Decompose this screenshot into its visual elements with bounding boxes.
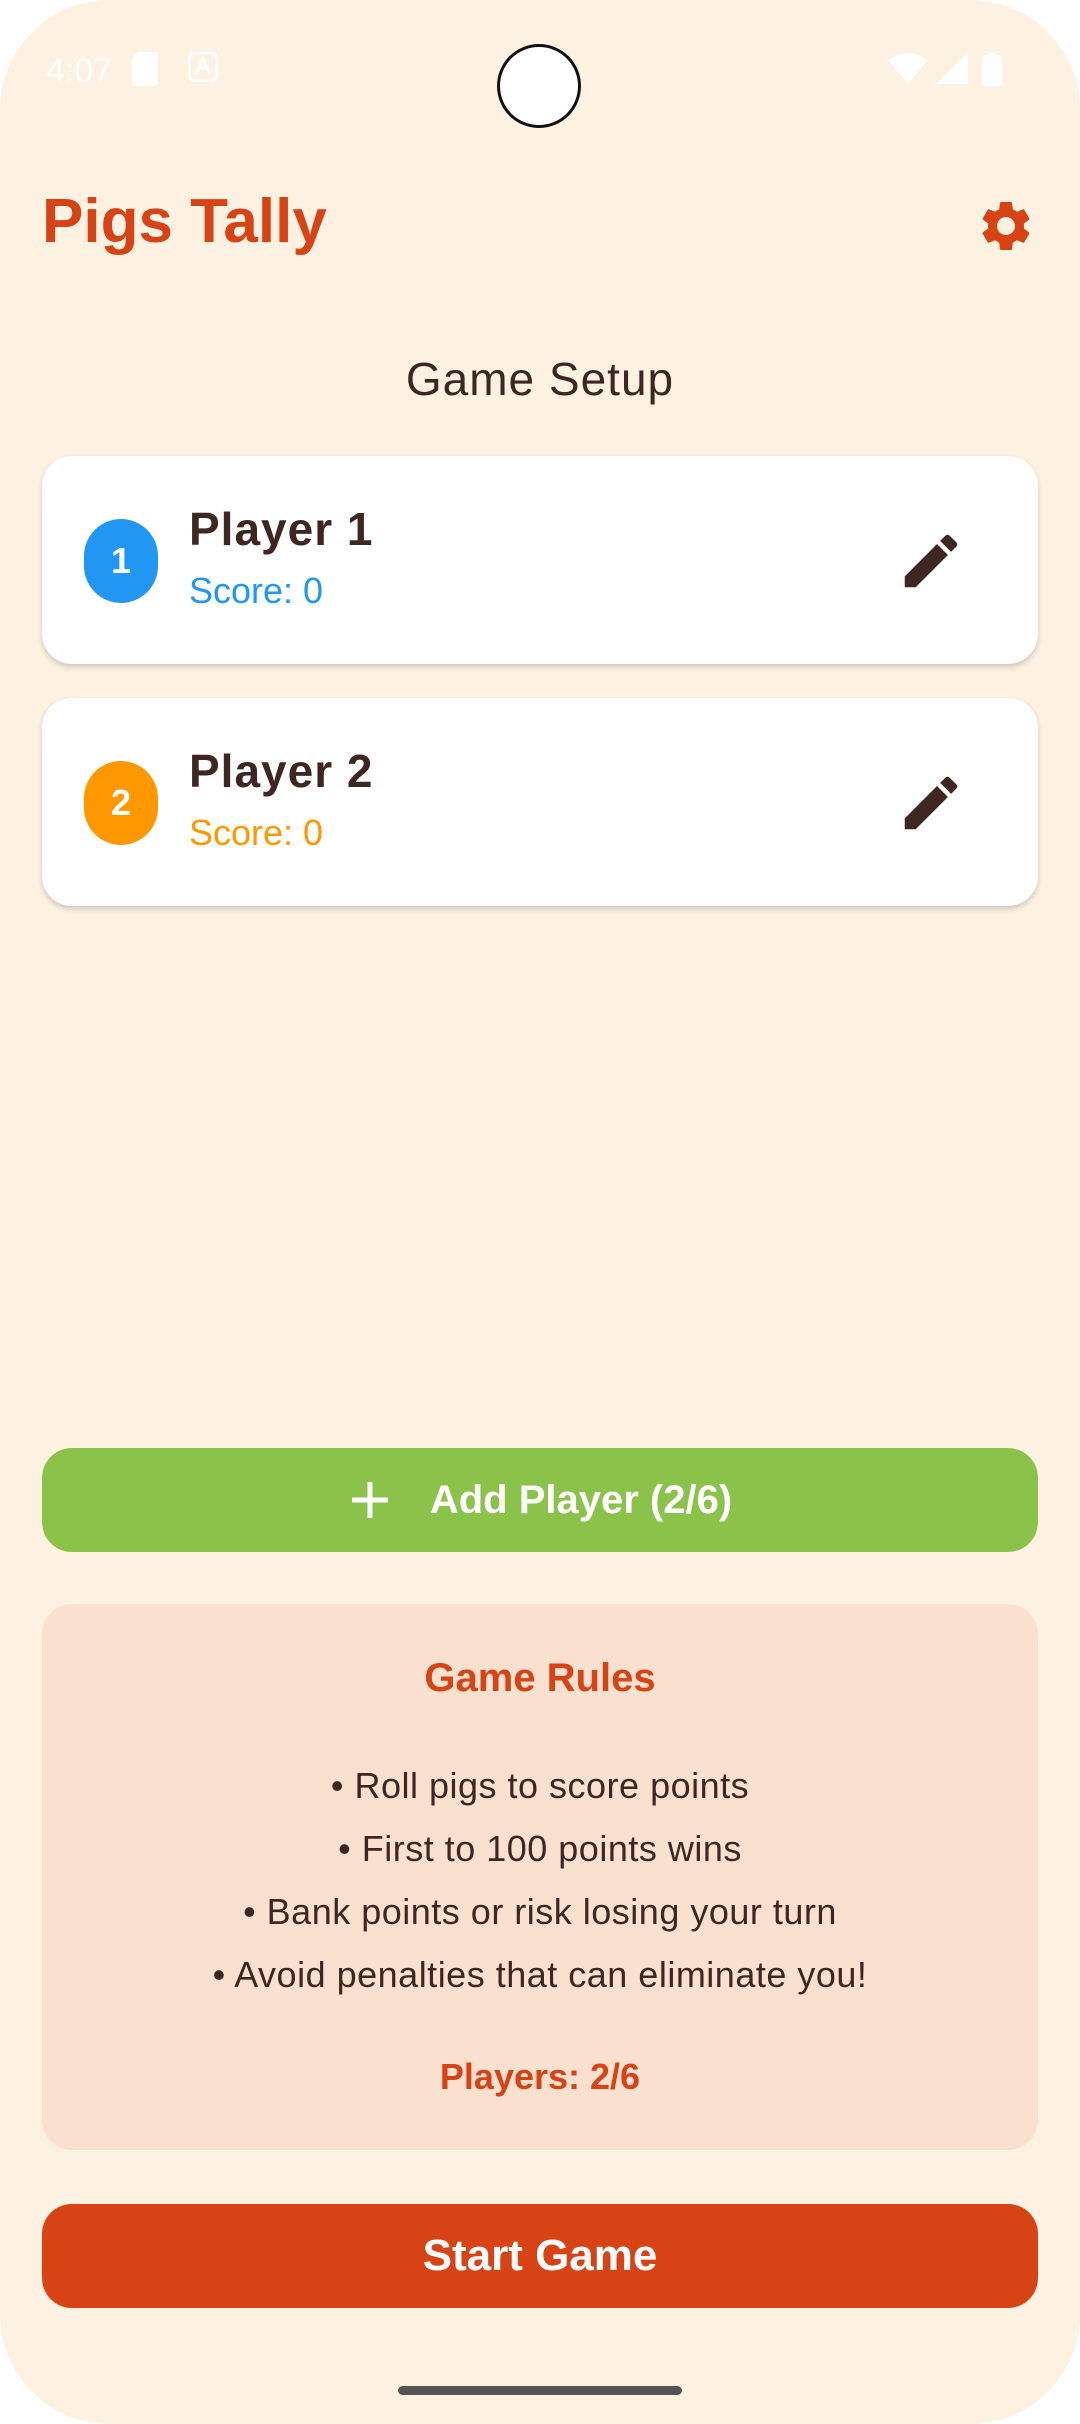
camera-cutout [497, 44, 581, 128]
rule-item: • Roll pigs to score points [330, 1765, 750, 1806]
add-player-button[interactable]: Add Player (2/6) [42, 1448, 1038, 1552]
status-time: 4:07 [46, 52, 113, 90]
player-score: Score: 0 [189, 570, 324, 611]
plus-icon [351, 1482, 388, 1518]
app-title: Pigs Tally [42, 187, 327, 256]
add-player-label: Add Player (2/6) [429, 1477, 733, 1522]
rule-item: • Avoid penalties that can eliminate you… [212, 1954, 868, 1995]
phone-screen: 4:07 Pigs Tally Game Setup 1 Player 1 Sc… [0, 0, 1080, 2424]
rules-list: • Roll pigs to score points • First to 1… [42, 1754, 1038, 2006]
sd-card-icon [132, 52, 158, 86]
rule-item: • First to 100 points wins [338, 1828, 742, 1869]
pencil-icon [904, 534, 958, 588]
player-name: Player 2 [189, 745, 374, 797]
home-indicator[interactable] [398, 2386, 682, 2395]
rules-title: Game Rules [424, 1656, 656, 1700]
player-card-2[interactable]: 2 Player 2 Score: 0 [42, 698, 1038, 906]
edit-player-button[interactable] [896, 768, 966, 838]
rule-item: • Bank points or risk losing your turn [243, 1891, 837, 1932]
game-setup-title: Game Setup [405, 353, 675, 405]
edit-player-button[interactable] [896, 526, 966, 596]
game-rules-card: Game Rules • Roll pigs to score points •… [42, 1604, 1038, 2150]
player-card-1[interactable]: 1 Player 1 Score: 0 [42, 456, 1038, 664]
start-game-button[interactable]: Start Game [42, 2204, 1038, 2308]
wifi-icon [888, 53, 928, 84]
players-count: Players: 2/6 [439, 2056, 641, 2097]
signal-icon [936, 52, 968, 84]
start-game-label: Start Game [422, 2231, 658, 2280]
player-number-badge: 1 [84, 519, 158, 603]
player-score: Score: 0 [189, 812, 324, 853]
player-number-badge: 2 [84, 761, 158, 845]
player-name: Player 1 [189, 503, 374, 555]
settings-button[interactable] [976, 196, 1036, 256]
settings-gear-icon [982, 202, 1030, 250]
battery-icon [982, 52, 1002, 86]
autofill-icon [188, 52, 218, 82]
pencil-icon [904, 776, 958, 830]
